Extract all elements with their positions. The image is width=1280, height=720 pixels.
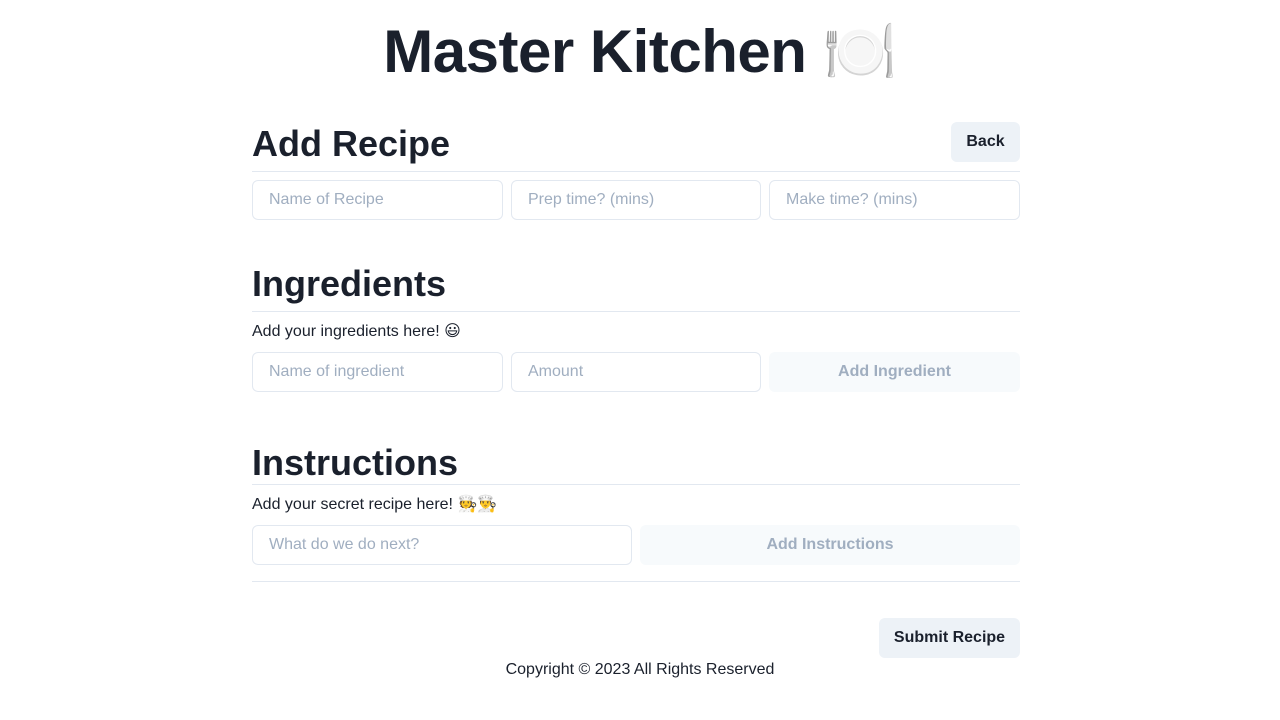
ingredient-amount-input[interactable]	[511, 352, 761, 392]
instructions-divider	[252, 484, 1020, 485]
instructions-heading: Instructions	[252, 442, 459, 483]
recipe-name-input[interactable]	[252, 180, 503, 220]
instruction-step-input[interactable]	[252, 525, 632, 565]
footer-copyright: Copyright © 2023 All Rights Reserved	[505, 661, 775, 678]
add-instructions-button[interactable]: Add Instructions	[640, 525, 1020, 565]
instructions-helper-text: Add your secret recipe here! 🧑‍🍳👨‍🍳	[252, 496, 498, 513]
add-recipe-divider	[252, 171, 1020, 172]
ingredients-helper-text: Add your ingredients here! 😃	[252, 323, 461, 340]
add-ingredient-button[interactable]: Add Ingredient	[769, 352, 1020, 392]
ingredients-divider	[252, 311, 1020, 312]
app-title: Master Kitchen 🍽️	[383, 18, 897, 85]
back-button[interactable]: Back	[951, 122, 1020, 162]
ingredient-name-input[interactable]	[252, 352, 503, 392]
form-bottom-divider	[252, 581, 1020, 582]
make-time-input[interactable]	[769, 180, 1020, 220]
add-recipe-heading: Add Recipe	[252, 123, 451, 164]
submit-recipe-button[interactable]: Submit Recipe	[879, 618, 1020, 658]
prep-time-input[interactable]	[511, 180, 761, 220]
ingredients-heading: Ingredients	[252, 263, 447, 304]
